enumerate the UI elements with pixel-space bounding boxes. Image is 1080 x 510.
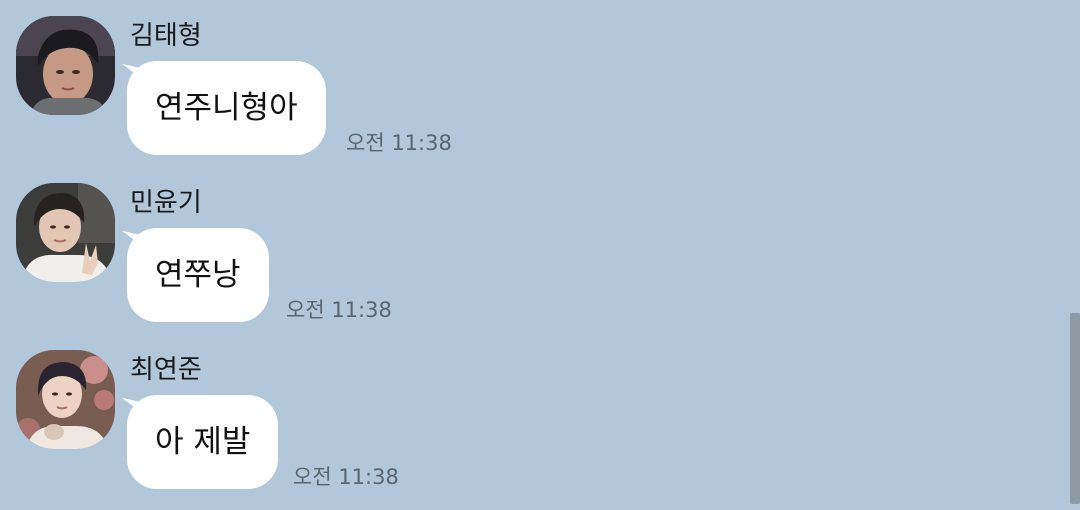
avatar[interactable] (16, 16, 115, 115)
chat-message-list[interactable]: 김태형 연주니형아 오전 11:38 민윤기 연쭈낭 오전 11:38 최연준 … (0, 0, 1080, 504)
message-bubble[interactable]: 아 제발 (127, 395, 279, 489)
profile-photo-icon (16, 350, 115, 449)
chat-message: 김태형 연주니형아 오전 11:38 (0, 16, 1060, 176)
profile-photo-icon (16, 183, 115, 282)
message-timestamp: 오전 11:38 (346, 131, 452, 155)
message-text: 연주니형아 (155, 90, 298, 126)
sender-name: 민윤기 (130, 188, 202, 218)
chat-message: 최연준 아 제발 오전 11:38 (0, 350, 1060, 510)
scrollbar-thumb[interactable] (1070, 313, 1080, 504)
message-bubble[interactable]: 연쭈낭 (127, 228, 269, 322)
sender-name: 최연준 (130, 355, 202, 385)
sender-name: 김태형 (130, 21, 202, 51)
message-timestamp: 오전 11:38 (293, 465, 399, 489)
message-text: 연쭈낭 (155, 257, 241, 293)
profile-photo-icon (16, 16, 115, 115)
message-timestamp: 오전 11:38 (286, 298, 392, 322)
chat-message: 민윤기 연쭈낭 오전 11:38 (0, 183, 1060, 343)
avatar[interactable] (16, 183, 115, 282)
message-text: 아 제발 (155, 424, 251, 460)
avatar[interactable] (16, 350, 115, 449)
message-bubble[interactable]: 연주니형아 (127, 61, 326, 155)
